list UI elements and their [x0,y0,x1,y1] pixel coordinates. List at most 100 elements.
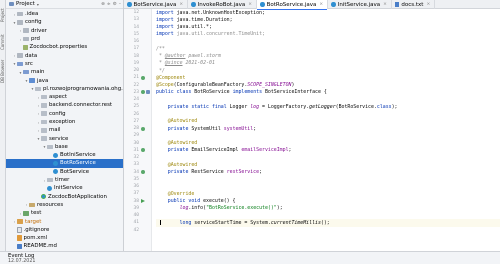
editor-tab[interactable]: BotRoService.java × [257,0,329,10]
implements-gutter-icon[interactable] [146,90,150,95]
tree-item[interactable]: ▾ service [6,134,123,142]
code-line: 35 [124,176,500,183]
close-icon[interactable]: × [179,2,183,7]
pkg-icon [47,144,53,150]
code-line: 41 long serviceStartTime = System.curren… [124,219,500,227]
code-line: 34 private RestService restService; [124,169,500,176]
tree-item[interactable]: BotIniService [6,151,123,159]
editor-tab-label: InitService.java [337,1,381,8]
code-text: public void execute() { [167,198,236,205]
gear-icon[interactable]: ⚙ [113,2,117,7]
code-text: import java.time.Duration; [156,16,233,23]
run-gutter-icon[interactable] [141,199,145,204]
file-xml-icon [17,235,22,241]
code-line: 24 [124,96,500,103]
editor-tab[interactable]: BotService.java × [124,0,189,9]
tree-item-label: timer [55,177,70,184]
tree-item[interactable]: ▾ src [6,60,123,68]
folder-icon [17,20,23,25]
code-line: 15 import java.util.concurrent.TimeUnit; [124,31,500,38]
close-icon[interactable]: × [426,2,430,7]
tree-item[interactable]: ▾ main [6,68,123,76]
code-line: 37 @Override [124,190,500,197]
project-tool-window: Project ▾ ⊕ ≑ ⚙ – › .idea ▾ config › driver › p… [6,0,124,251]
tree-item[interactable]: ▾ config [6,18,123,26]
code-text: log.info("BotRoService.execute()"); [179,205,283,212]
folder-icon [17,11,23,17]
line-number: 33 [133,162,139,168]
code-line: 25 private static final Logger log = Log… [124,103,500,110]
close-icon[interactable]: × [248,2,252,7]
tree-item[interactable]: ▾ base [6,143,123,151]
tree-item[interactable]: › test [6,209,123,217]
line-number: 28 [133,126,139,132]
tree-item[interactable]: BotService [6,168,123,176]
tree-item-label: BotIniService [60,152,96,159]
tree-item[interactable]: Zocdocbot.properties [6,43,123,51]
editor-tab-label: InvokeRoBot.java [197,1,246,8]
tree-item[interactable]: › target [6,217,123,225]
line-number: 18 [133,53,139,59]
spring-bean-icon[interactable] [141,148,145,153]
tree-item-label: target [25,218,42,225]
code-line: 29 [124,132,500,139]
code-line: 16 [124,38,500,45]
tree-item-label: test [31,210,42,217]
tree-item[interactable]: › .idea [6,10,123,18]
editor-tab[interactable]: InitService.java × [328,0,392,9]
java-class-icon [191,2,196,7]
chevron-down-icon[interactable]: ▾ [37,2,39,7]
tree-item[interactable]: › config [6,110,123,118]
file-md-icon [17,243,22,250]
tree-item[interactable]: › backend.connector.rest [6,101,123,109]
editor-tab[interactable]: docs.txt × [392,0,436,9]
tree-item-label: InitService [54,185,83,192]
spring-bean-icon[interactable] [141,126,145,131]
pkg-icon [41,111,47,116]
tree-item[interactable]: README.md [6,242,123,250]
folder-src-icon [29,78,35,83]
spring-bean-icon[interactable] [141,170,145,175]
tree-item-label: driver [31,27,47,34]
tree-item-label: resources [37,201,64,208]
tree-item[interactable]: ▾ pl.rozwojprogramowania.ohg.zo [6,85,123,93]
tree-item-label: .idea [25,11,39,18]
cls-icon [53,169,58,175]
tree-item[interactable]: ▾ java [6,76,123,84]
tree-item[interactable]: › driver [6,27,123,35]
close-icon[interactable]: × [383,2,387,7]
tree-item-label: aspect [49,94,67,101]
spring-bean-icon[interactable] [141,90,145,95]
tree-item[interactable]: › mail [6,126,123,134]
tree-item-label: BotService [60,168,90,175]
tree-item[interactable]: ZocdocBotApplication [6,193,123,201]
tree-item[interactable]: pom.xml [6,234,123,242]
tree-item[interactable]: › prd [6,35,123,43]
line-number: 38 [133,198,139,204]
close-icon[interactable]: × [319,2,323,7]
tree-item-label: backend.connector.rest [49,102,113,109]
code-line: 22 @Scope(ConfigurableBeanFactory.SCOPE_S… [124,82,500,89]
tree-item[interactable]: › exception [6,118,123,126]
tree-item[interactable]: › timer [6,176,123,184]
code-text: @Scope(ConfigurableBeanFactory.SCOPE_SIN… [156,82,295,89]
tree-item[interactable]: .gitignore [6,226,123,234]
hide-icon[interactable]: – [119,2,121,7]
folder-icon [23,36,29,42]
tree-item[interactable]: InitService [6,184,123,192]
editor-tab[interactable]: InvokeRoBot.java × [188,0,258,9]
spring-bean-icon[interactable] [141,75,145,80]
tree-item-label: exception [49,119,76,125]
code-line: 32 [124,154,500,161]
code-editor[interactable]: 12 import java.net.UnknownHostException; 1… [124,9,500,251]
project-title[interactable]: Project [16,1,35,7]
code-line: 40 [124,212,500,219]
tree-item[interactable]: BotRoService [6,159,123,168]
collapse-icon[interactable]: ≑ [107,2,111,7]
tree-item[interactable]: › data [6,51,123,59]
line-number: 15 [133,31,139,37]
folder-orange-icon [17,219,23,224]
locate-icon[interactable]: ⊕ [101,2,105,7]
tree-item[interactable]: › aspect [6,93,123,101]
tree-item[interactable]: › resources [6,201,123,209]
